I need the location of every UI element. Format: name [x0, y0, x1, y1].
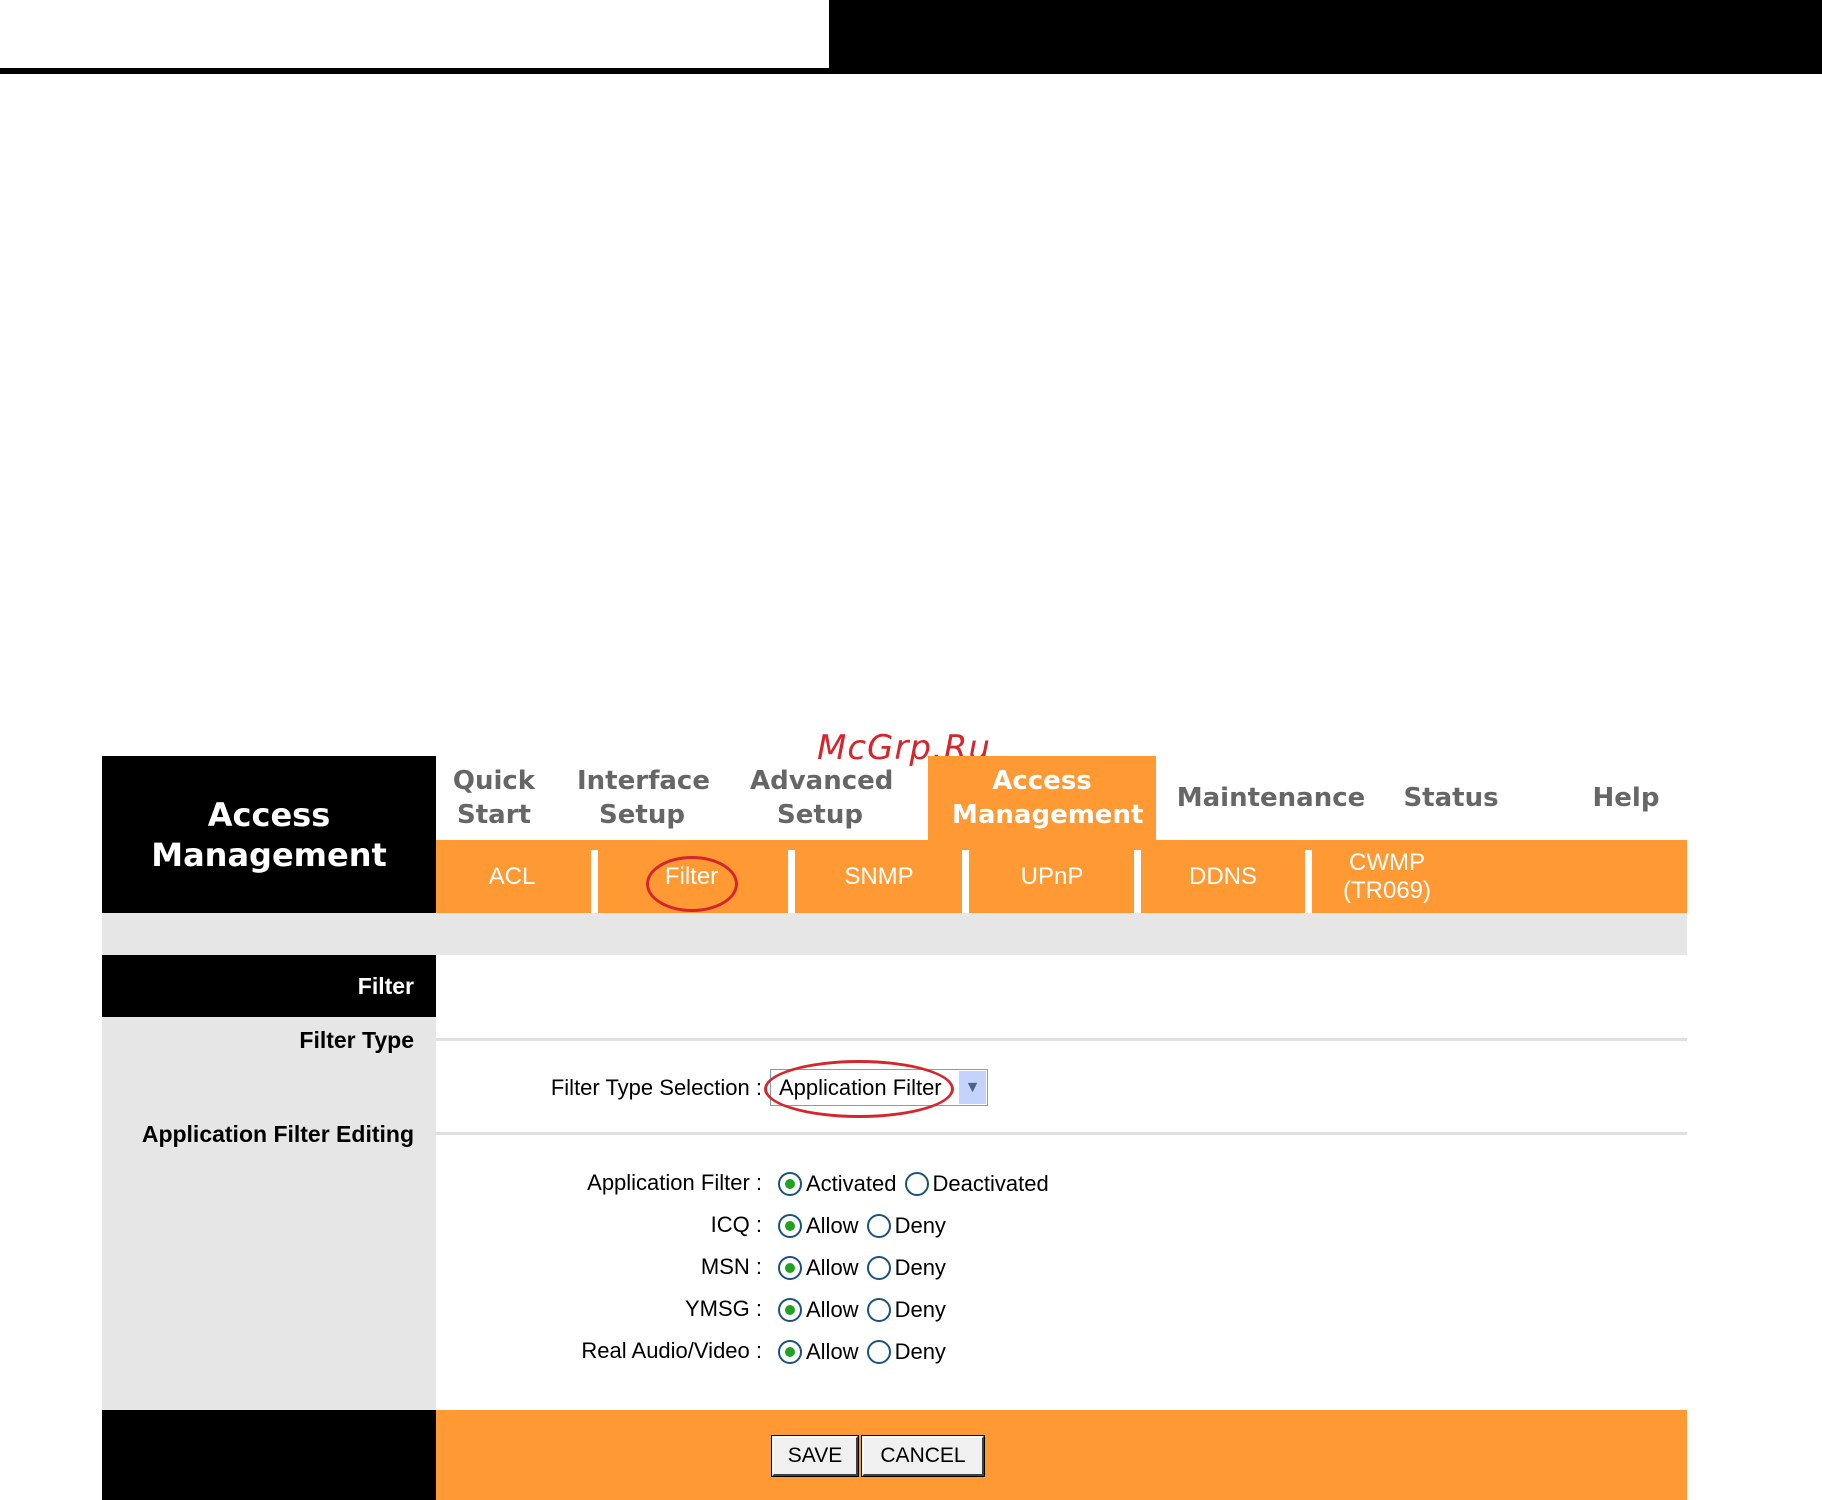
radio-rav-allow-label: Allow — [806, 1339, 859, 1364]
brand-title-text: Access Management — [151, 795, 387, 874]
radio-msn-deny[interactable] — [866, 1256, 891, 1280]
cancel-button[interactable]: CANCEL — [861, 1435, 985, 1477]
icq-label: ICQ : — [710, 1212, 762, 1237]
radio-activated-label: Activated — [806, 1171, 897, 1196]
radio-deactivated[interactable] — [904, 1172, 929, 1196]
msn-options: Allow Deny — [778, 1252, 954, 1284]
save-button[interactable]: SAVE — [771, 1435, 859, 1477]
main-tab-help[interactable]: Help — [1576, 756, 1676, 840]
section-label-app-filter-editing: Application Filter Editing — [141, 1121, 414, 1147]
radio-ymsg-deny-label: Deny — [894, 1297, 946, 1322]
sub-tab-filter[interactable]: Filter — [598, 840, 785, 913]
section-brand-title: Access Management — [102, 756, 436, 913]
divider — [436, 1038, 1687, 1041]
application-filter-label: Application Filter : — [587, 1170, 762, 1195]
section-label-filter-type: Filter Type — [299, 1027, 414, 1053]
real-audio-video-options: Allow Deny — [778, 1336, 954, 1368]
msn-label: MSN : — [700, 1254, 762, 1279]
spacer-band — [102, 913, 1687, 955]
radio-rav-deny-label: Deny — [894, 1339, 946, 1364]
sub-nav-divider — [1134, 850, 1141, 913]
main-tab-maintenance[interactable]: Maintenance — [1156, 756, 1386, 840]
sub-nav-divider — [962, 850, 969, 913]
main-tab-advanced-setup[interactable]: Advanced Setup — [732, 756, 908, 840]
sub-tab-ddns[interactable]: DDNS — [1141, 840, 1305, 913]
radio-ymsg-allow[interactable] — [778, 1298, 802, 1322]
main-tab-access-management[interactable]: Access Management — [928, 756, 1156, 840]
main-tab-interface-setup[interactable]: Interface Setup — [552, 756, 732, 840]
radio-ymsg-deny[interactable] — [866, 1298, 891, 1322]
radio-msn-allow[interactable] — [778, 1256, 802, 1280]
filter-type-select-value: Application Filter — [779, 1075, 942, 1100]
radio-icq-allow-label: Allow — [806, 1213, 859, 1238]
sub-tab-snmp[interactable]: SNMP — [795, 840, 963, 913]
radio-activated[interactable] — [778, 1172, 802, 1196]
radio-ymsg-allow-label: Allow — [806, 1297, 859, 1322]
section-header-filter: Filter — [102, 955, 436, 1017]
sub-tab-cwmp[interactable]: CWMP (TR069) — [1312, 840, 1462, 913]
radio-msn-deny-label: Deny — [894, 1255, 946, 1280]
icq-options: Allow Deny — [778, 1210, 954, 1242]
radio-icq-deny-label: Deny — [894, 1213, 946, 1238]
footer-left — [102, 1410, 436, 1500]
sub-nav-divider — [591, 850, 598, 913]
application-filter-options: Activated Deactivated — [778, 1168, 1057, 1200]
sub-nav-divider — [1305, 850, 1312, 913]
sub-nav-divider — [788, 850, 795, 913]
divider — [436, 1132, 1687, 1135]
radio-msn-allow-label: Allow — [806, 1255, 859, 1280]
page-header-rule — [0, 68, 1822, 74]
sub-tab-acl[interactable]: ACL — [436, 840, 588, 913]
router-admin-panel: Access Management Quick Start Interface … — [102, 756, 1687, 1500]
sub-nav: ACL Filter SNMP UPnP DDNS CWMP (TR069) — [436, 840, 1687, 913]
radio-deactivated-label: Deactivated — [932, 1171, 1049, 1196]
footer-button-bar — [436, 1410, 1687, 1500]
main-tab-quick-start[interactable]: Quick Start — [436, 756, 552, 840]
radio-rav-deny[interactable] — [866, 1340, 891, 1364]
main-nav: Quick Start Interface Setup Advanced Set… — [436, 756, 1687, 840]
page-header-bar — [829, 0, 1822, 72]
radio-icq-allow[interactable] — [778, 1214, 802, 1238]
filter-type-selection-label: Filter Type Selection : — [550, 1075, 762, 1100]
main-tab-status[interactable]: Status — [1386, 756, 1516, 840]
filter-type-select[interactable]: Application Filter ▼ — [770, 1069, 988, 1106]
chevron-down-icon[interactable]: ▼ — [959, 1071, 986, 1104]
section-header-filter-text: Filter — [357, 972, 414, 999]
radio-icq-deny[interactable] — [866, 1214, 891, 1238]
ymsg-label: YMSG : — [684, 1296, 762, 1321]
ymsg-options: Allow Deny — [778, 1294, 954, 1326]
radio-rav-allow[interactable] — [778, 1340, 802, 1364]
real-audio-video-label: Real Audio/Video : — [581, 1338, 762, 1363]
sub-tab-upnp[interactable]: UPnP — [969, 840, 1135, 913]
